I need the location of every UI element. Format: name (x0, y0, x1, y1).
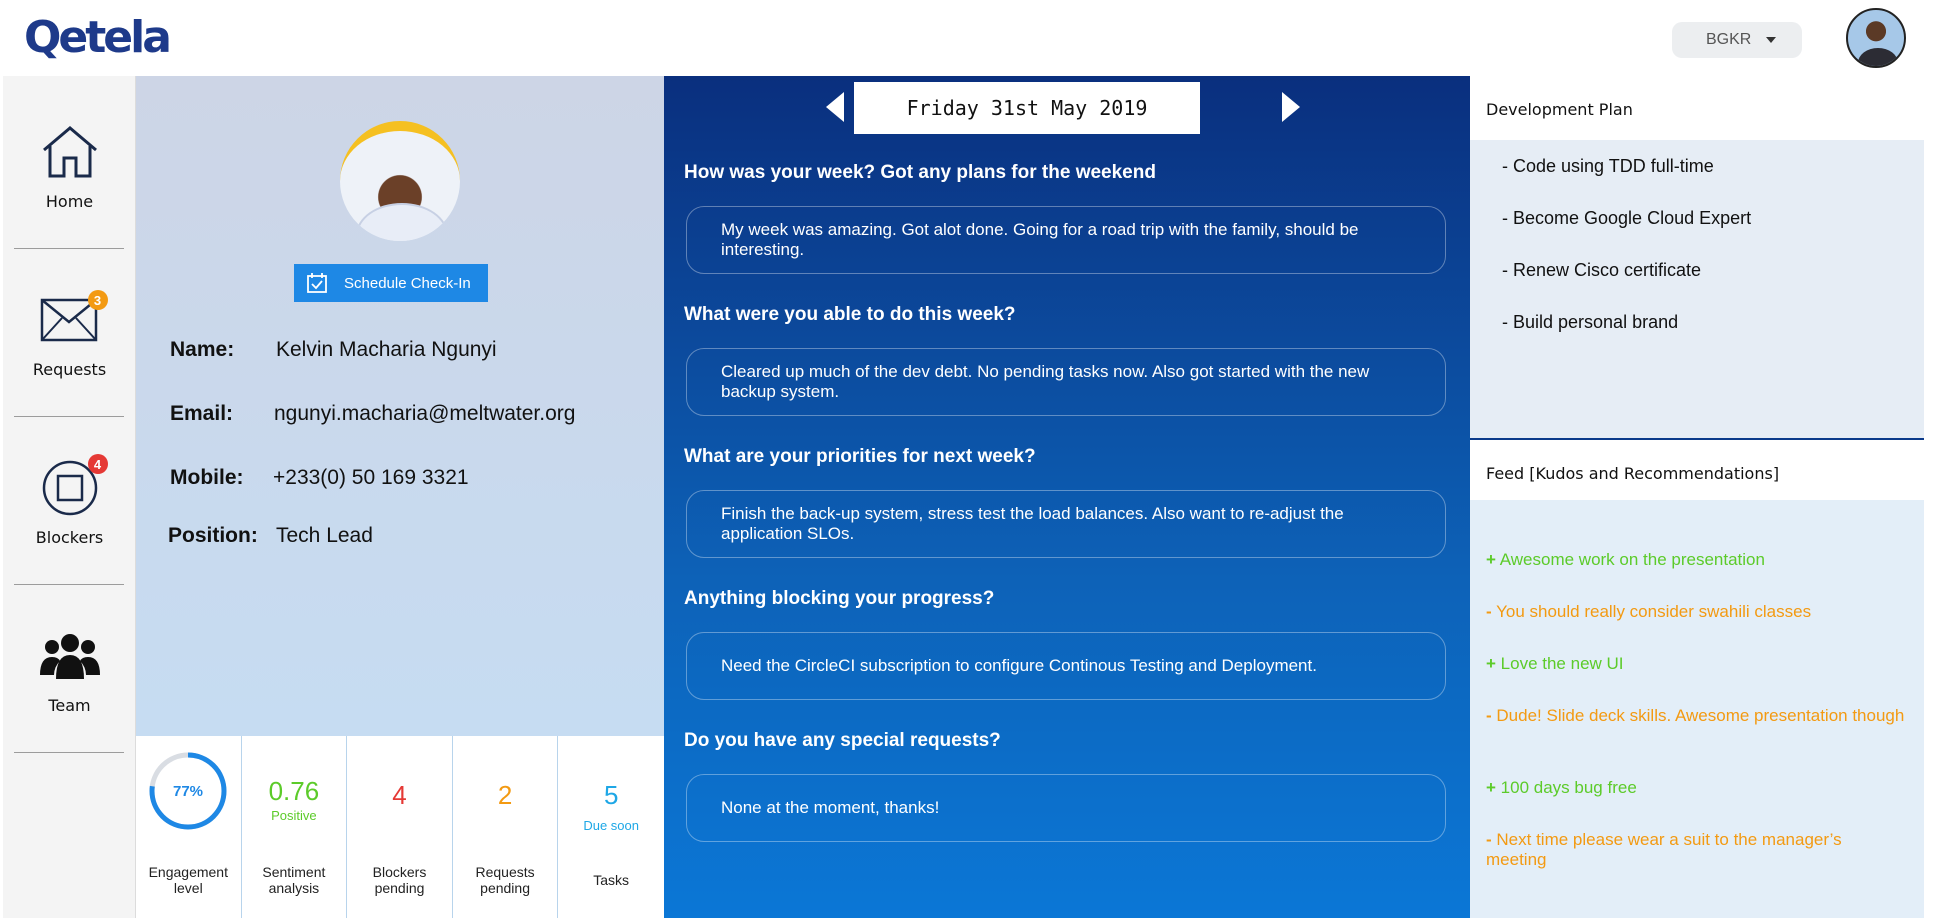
devplan-item: - Build personal brand (1502, 312, 1679, 332)
home-icon (38, 122, 102, 182)
next-date-arrow-icon[interactable] (1282, 92, 1300, 122)
requests-stat[interactable]: 2 Requests pending (453, 736, 559, 918)
sidebar-item-label: Team (48, 696, 91, 715)
profile-panel: Schedule Check-In Name: Kelvin Macharia … (136, 76, 664, 736)
calendar-check-icon (306, 273, 328, 297)
answer-2[interactable]: Cleared up much of the dev debt. No pend… (686, 348, 1446, 416)
position-label: Position: (168, 524, 258, 547)
sidebar-item-requests[interactable]: 3 Requests (3, 244, 136, 412)
question-2: What were you able to do this week? (684, 304, 1016, 325)
tasks-stat[interactable]: 5 Due soon Tasks (558, 736, 664, 918)
mobile-value: +233(0) 50 169 3321 (273, 466, 469, 489)
org-select-value: BGKR (1706, 31, 1752, 48)
org-select[interactable]: BGKR (1672, 22, 1802, 58)
mobile-label: Mobile: (170, 466, 244, 489)
answer-1[interactable]: My week was amazing. Got alot done. Goin… (686, 206, 1446, 274)
question-3: What are your priorities for next week? (684, 446, 1036, 467)
top-bar: Qetela BGKR (0, 0, 1942, 76)
requests-caption: Requests pending (475, 864, 535, 896)
stats-bar: 77% Engagement level 0.76 Positive Senti… (136, 736, 664, 918)
feed-list: + Awesome work on the presentation - You… (1470, 500, 1924, 918)
sidebar: Home 3 Requests 4 Blockers Team (3, 76, 136, 918)
tasks-due-label: Due soon (583, 818, 639, 833)
sentiment-caption: Sentiment analysis (262, 864, 326, 896)
divider (14, 752, 124, 753)
blockers-stat[interactable]: 4 Blockers pending (347, 736, 453, 918)
team-icon (38, 626, 102, 686)
sidebar-item-home[interactable]: Home (3, 76, 136, 244)
sidebar-item-label: Blockers (35, 528, 104, 547)
sentiment-stat[interactable]: 0.76 Positive Sentiment analysis (242, 736, 348, 918)
blockers-caption: Blockers pending (372, 864, 427, 896)
question-4: Anything blocking your progress? (684, 588, 995, 609)
feed-item[interactable]: - Next time please wear a suit to the ma… (1486, 830, 1906, 870)
schedule-checkin-button[interactable]: Schedule Check-In (294, 264, 488, 302)
prev-date-arrow-icon[interactable] (826, 92, 844, 122)
blockers-badge: 4 (87, 454, 108, 474)
devplan-item: - Become Google Cloud Expert (1502, 208, 1752, 228)
feed-item[interactable]: + Love the new UI (1486, 654, 1906, 674)
feed-item[interactable]: - You should really consider swahili cla… (1486, 602, 1906, 622)
user-avatar[interactable] (1846, 8, 1906, 68)
requests-count: 2 (497, 780, 513, 810)
mail-icon: 3 (38, 290, 108, 350)
blocker-icon: 4 (38, 454, 108, 518)
devplan-item: - Renew Cisco certificate (1502, 260, 1702, 280)
sentiment-value: 0.76 (268, 776, 320, 806)
devplan-list: - Code using TDD full-time - Become Goog… (1470, 140, 1924, 438)
question-5: Do you have any special requests? (684, 730, 1001, 751)
profile-photo (340, 121, 460, 241)
answer-4[interactable]: Need the CircleCI subscription to config… (686, 632, 1446, 700)
app-logo[interactable]: Qetela (24, 12, 172, 63)
checkin-panel: Friday 31st May 2019 How was your week? … (664, 76, 1470, 918)
engagement-stat[interactable]: 77% Engagement level (136, 736, 242, 918)
requests-badge: 3 (87, 290, 108, 310)
engagement-caption: Engagement level (148, 864, 228, 896)
sidebar-item-label: Home (45, 192, 94, 211)
sidebar-item-team[interactable]: Team (3, 580, 136, 748)
schedule-checkin-label: Schedule Check-In (344, 274, 471, 292)
checkin-date: Friday 31st May 2019 (854, 82, 1200, 134)
sidebar-item-label: Requests (32, 360, 107, 379)
tasks-count: 5 (603, 780, 619, 810)
sentiment-label: Positive (271, 808, 317, 823)
answer-3[interactable]: Finish the back-up system, stress test t… (686, 490, 1446, 558)
devplan-title: Development Plan (1470, 76, 1924, 140)
feed-item[interactable]: + 100 days bug free (1486, 778, 1906, 798)
chevron-down-icon (1766, 37, 1776, 43)
position-value: Tech Lead (276, 524, 373, 547)
feed-title: Feed [Kudos and Recommendations] (1470, 440, 1924, 500)
engagement-value: 77% (172, 782, 204, 800)
email-value[interactable]: ngunyi.macharia@meltwater.org (274, 402, 575, 426)
name-label: Name: (170, 338, 235, 361)
sidebar-item-blockers[interactable]: 4 Blockers (3, 412, 136, 580)
feed-item[interactable]: - Dude! Slide deck skills. Awesome prese… (1486, 706, 1906, 726)
name-value: Kelvin Macharia Ngunyi (276, 338, 497, 361)
feed-item[interactable]: + Awesome work on the presentation (1486, 550, 1906, 570)
answer-5[interactable]: None at the moment, thanks! (686, 774, 1446, 842)
devplan-item: - Code using TDD full-time (1502, 156, 1714, 176)
tasks-caption: Tasks (593, 872, 630, 888)
blockers-count: 4 (392, 780, 407, 810)
question-1: How was your week? Got any plans for the… (684, 162, 1156, 183)
email-label: Email: (170, 402, 234, 425)
